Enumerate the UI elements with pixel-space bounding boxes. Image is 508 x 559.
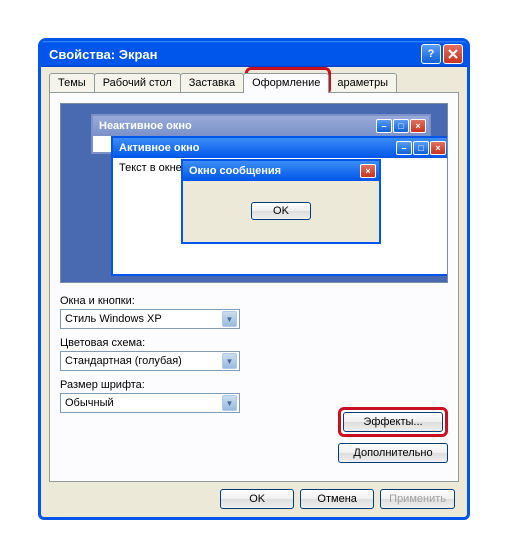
msgbox-ok-button: OK — [251, 202, 311, 220]
tab-params[interactable]: араметры — [328, 73, 397, 92]
close-icon: × — [430, 141, 446, 155]
windows-buttons-label: Окна и кнопки: — [60, 295, 448, 307]
tab-themes[interactable]: Темы — [49, 73, 95, 92]
windows-buttons-value: Стиль Windows XP — [65, 313, 222, 325]
active-window-title: Активное окно — [119, 142, 395, 154]
tab-screensaver[interactable]: Заставка — [180, 73, 244, 92]
effects-highlight-annotation: Эффекты... — [338, 407, 448, 437]
maximize-icon: □ — [413, 141, 429, 155]
maximize-icon: □ — [393, 119, 409, 133]
ok-button[interactable]: OK — [220, 489, 294, 509]
color-scheme-value: Стандартная (голубая) — [65, 355, 222, 367]
close-button[interactable] — [443, 44, 463, 64]
chevron-down-icon: ▼ — [222, 395, 237, 411]
display-properties-dialog: Свойства: Экран ? Темы Рабочий стол Заст… — [38, 38, 470, 520]
font-size-value: Обычный — [65, 397, 222, 409]
tab-strip: Темы Рабочий стол Заставка Оформление ар… — [49, 73, 459, 92]
font-size-dropdown[interactable]: Обычный ▼ — [60, 393, 240, 413]
font-size-label: Размер шрифта: — [60, 379, 448, 391]
advanced-button[interactable]: Дополнительно — [338, 443, 448, 463]
apply-button[interactable]: Применить — [380, 489, 455, 509]
msgbox-title: Окно сообщения — [189, 165, 359, 177]
tab-panel: Неактивное окно – □ × Активное окно – □ … — [49, 92, 459, 482]
chevron-down-icon: ▼ — [222, 311, 237, 327]
titlebar[interactable]: Свойства: Экран ? — [41, 41, 467, 67]
color-scheme-label: Цветовая схема: — [60, 337, 448, 349]
preview-message-box: Окно сообщения × OK — [181, 159, 381, 244]
tab-desktop[interactable]: Рабочий стол — [94, 73, 181, 92]
tab-appearance[interactable]: Оформление — [243, 73, 329, 93]
windows-buttons-dropdown[interactable]: Стиль Windows XP ▼ — [60, 309, 240, 329]
window-title: Свойства: Экран — [49, 47, 419, 62]
style-preview: Неактивное окно – □ × Активное окно – □ … — [60, 103, 448, 283]
close-icon: × — [360, 164, 376, 178]
side-buttons: Эффекты... Дополнительно — [338, 407, 448, 463]
color-scheme-row: Цветовая схема: Стандартная (голубая) ▼ — [60, 337, 448, 371]
color-scheme-dropdown[interactable]: Стандартная (голубая) ▼ — [60, 351, 240, 371]
cancel-button[interactable]: Отмена — [300, 489, 374, 509]
minimize-icon: – — [376, 119, 392, 133]
chevron-down-icon: ▼ — [222, 353, 237, 369]
effects-button[interactable]: Эффекты... — [343, 412, 443, 432]
windows-buttons-row: Окна и кнопки: Стиль Windows XP ▼ — [60, 295, 448, 329]
close-icon: × — [410, 119, 426, 133]
dialog-buttons: OK Отмена Применить — [220, 489, 455, 509]
minimize-icon: – — [396, 141, 412, 155]
help-button[interactable]: ? — [421, 44, 441, 64]
close-icon — [448, 49, 458, 59]
inactive-window-title: Неактивное окно — [99, 120, 375, 132]
